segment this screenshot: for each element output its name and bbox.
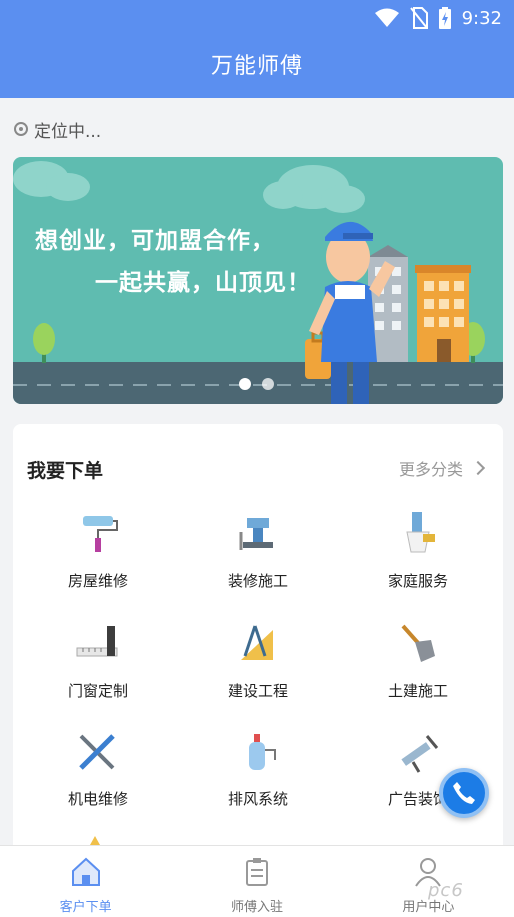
- compass-square-icon: [241, 625, 273, 660]
- category-label: 门窗定制: [67, 682, 128, 700]
- section-title: 我要下单: [27, 460, 104, 482]
- nav-label: 客户下单: [59, 900, 112, 915]
- carousel-dot[interactable]: [239, 378, 251, 390]
- category-label: 房屋维修: [67, 572, 128, 590]
- sprayer-icon: [249, 734, 276, 770]
- caulk-gun-icon: [401, 735, 439, 773]
- promo-banner[interactable]: 想创业，可加盟合作， 一起共赢，山顶见！: [13, 157, 503, 404]
- cleaning-brush-icon: [406, 512, 435, 553]
- more-categories-label: 更多分类: [398, 460, 463, 479]
- category-item[interactable]: 装修施工: [180, 510, 336, 610]
- banner-headline: 想创业，可加盟合作，: [35, 228, 275, 254]
- carousel-indicator[interactable]: [239, 378, 274, 390]
- more-categories-link[interactable]: 更多分类: [398, 456, 486, 480]
- shovel-icon: [401, 624, 435, 662]
- wifi-icon: [374, 8, 399, 27]
- ruler-icon: [76, 626, 118, 657]
- screwdriver-wrench-icon: [79, 734, 115, 770]
- banner-subheadline: 一起共赢，山顶见！: [95, 270, 311, 296]
- category-item[interactable]: 房屋维修: [20, 510, 176, 610]
- clipboard-icon: [245, 858, 268, 886]
- battery-charging-icon: [438, 7, 451, 29]
- home-icon: [71, 857, 100, 886]
- no-sim-icon: [409, 7, 428, 29]
- watermark: pc6: [428, 880, 464, 901]
- category-item[interactable]: 机电维修: [20, 728, 176, 828]
- app-bar: 9:32 万能师傅: [0, 0, 514, 98]
- location-text: 定位中...: [34, 121, 102, 142]
- page-title: 万能师傅: [210, 54, 303, 79]
- category-label: 排风系统: [227, 790, 288, 808]
- nav-label: 师傅入驻: [230, 900, 283, 915]
- phone-icon: [453, 782, 475, 804]
- nav-item-worker-join[interactable]: 师傅入驻: [171, 846, 342, 917]
- carousel-dot[interactable]: [262, 378, 274, 390]
- nav-item-customer-order[interactable]: 客户下单: [0, 846, 171, 917]
- category-item[interactable]: 建设工程: [180, 620, 336, 720]
- category-item[interactable]: 门窗定制: [20, 620, 176, 720]
- status-bar: 9:32: [374, 6, 502, 30]
- bench-vise-icon: [239, 518, 273, 550]
- order-category-card: 我要下单 更多分类 房屋维修 装修施工 家庭服务 门窗定制 建设工程 土建施工 …: [13, 424, 503, 854]
- location-bar[interactable]: 定位中...: [14, 116, 101, 142]
- category-label: 机电维修: [67, 790, 128, 808]
- category-item[interactable]: 家庭服务: [340, 510, 496, 610]
- paint-roller-icon: [83, 516, 118, 552]
- status-time: 9:32: [461, 7, 502, 29]
- category-item[interactable]: 土建施工: [340, 620, 496, 720]
- category-label: 家庭服务: [387, 572, 448, 590]
- category-label: 建设工程: [227, 682, 288, 700]
- chevron-right-icon: [470, 460, 486, 476]
- category-label: 土建施工: [387, 682, 448, 700]
- category-item[interactable]: 排风系统: [180, 728, 336, 828]
- location-icon: [14, 122, 28, 136]
- call-button[interactable]: [439, 768, 489, 818]
- category-label: 装修施工: [227, 572, 288, 590]
